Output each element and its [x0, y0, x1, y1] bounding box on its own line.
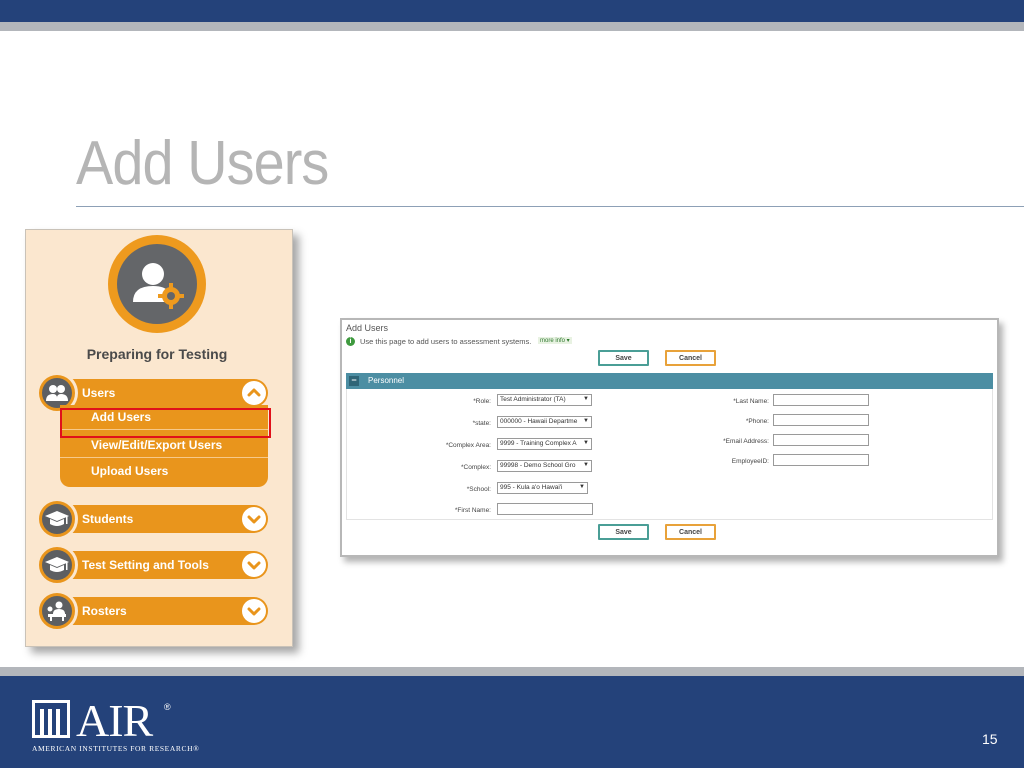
complex-select[interactable]: 99998 - Demo School Gro ▼: [497, 460, 592, 472]
complex-select-value: 99998 - Demo School Gro: [500, 462, 576, 469]
more-info-link[interactable]: more info ▾: [538, 337, 572, 344]
role-label: *Role:: [473, 398, 491, 405]
section-label: Personnel: [368, 376, 405, 385]
students-icon-badge: [36, 498, 78, 540]
dropdown-arrow-icon: ▼: [579, 484, 585, 490]
chevron-down-icon[interactable]: [242, 553, 266, 577]
email-address-label: *Email Address:: [723, 438, 769, 445]
title-rule: [76, 206, 1024, 207]
chevron-down-icon[interactable]: [242, 599, 266, 623]
user-gear-icon: [117, 244, 197, 324]
tools-icon-badge: [36, 544, 78, 586]
menu-section-test-setting-and-tools[interactable]: Test Setting and Tools: [36, 544, 268, 586]
submenu-item-label: Upload Users: [91, 464, 169, 478]
school-select-value: 995 - Kula a'o Hawai'i: [500, 484, 563, 491]
employee-id-label: EmployeeID:: [731, 458, 769, 465]
first-name-label: *First Name:: [454, 507, 491, 514]
top-banner: [0, 0, 1024, 22]
panel-title: Preparing for Testing: [86, 346, 228, 362]
menu-section-students[interactable]: Students: [36, 498, 268, 540]
school-label: *School:: [466, 486, 491, 493]
logo-subtitle: AMERICAN INSTITUTES FOR RESEARCH®: [32, 744, 200, 753]
complex-area-select-value: 9999 - Training Complex A: [500, 440, 577, 447]
complex-area-label: *Complex Area:: [445, 442, 491, 449]
chevron-down-icon[interactable]: [242, 507, 266, 531]
first-name-input[interactable]: [497, 503, 593, 515]
navigation-menu-panel: Preparing for Testing Users Add Users Vi…: [25, 229, 293, 647]
graduation-cap-icon: [42, 550, 72, 580]
phone-input[interactable]: [773, 414, 869, 426]
last-name-input[interactable]: [773, 394, 869, 406]
bottom-divider-stripe: [0, 667, 1024, 676]
info-icon: i: [346, 337, 355, 346]
footer-banner: [0, 676, 1024, 768]
submenu-item-label: View/Edit/Export Users: [91, 438, 223, 452]
save-button-top[interactable]: Save: [598, 350, 649, 366]
employee-id-input[interactable]: [773, 454, 869, 466]
dropdown-arrow-icon: ▼: [583, 462, 589, 468]
phone-label: *Phone:: [745, 418, 769, 425]
role-select-value: Test Administrator (TA): [500, 396, 566, 403]
slide-title: Add Users: [76, 129, 329, 198]
menu-section-label: Test Setting and Tools: [82, 558, 209, 572]
registered-mark: ®: [164, 702, 171, 712]
building-icon: [32, 700, 70, 738]
dropdown-arrow-icon: ▼: [583, 418, 589, 424]
rosters-icon-badge: [36, 590, 78, 632]
state-select[interactable]: 000000 - Hawaii Departme ▼: [497, 416, 592, 428]
logo-wordmark: AIR: [76, 695, 153, 746]
info-text: Use this page to add users to assessment…: [360, 337, 532, 346]
classroom-icon: [42, 596, 72, 626]
graduation-cap-icon: [42, 504, 72, 534]
personnel-fieldset: [346, 389, 993, 520]
hero-badge: [108, 235, 206, 333]
role-select[interactable]: Test Administrator (TA) ▼: [497, 394, 592, 406]
submenu-item-upload-users[interactable]: Upload Users: [60, 459, 268, 484]
menu-section-label: Students: [82, 512, 134, 526]
collapse-icon[interactable]: −: [349, 376, 359, 386]
menu-section-label: Users: [82, 386, 116, 400]
cancel-button-bottom[interactable]: Cancel: [665, 524, 716, 540]
complex-area-select[interactable]: 9999 - Training Complex A ▼: [497, 438, 592, 450]
top-divider-stripe: [0, 22, 1024, 31]
dropdown-arrow-icon: ▼: [583, 396, 589, 402]
last-name-label: *Last Name:: [733, 398, 769, 405]
cancel-button-top[interactable]: Cancel: [665, 350, 716, 366]
add-users-form: Add Users i Use this page to add users t…: [340, 318, 999, 557]
chevron-up-icon[interactable]: [242, 381, 266, 405]
menu-section-users[interactable]: Users: [36, 372, 268, 414]
save-button-bottom[interactable]: Save: [598, 524, 649, 540]
form-title: Add Users: [346, 323, 389, 333]
email-address-input[interactable]: [773, 434, 869, 446]
state-select-value: 000000 - Hawaii Departme: [500, 418, 578, 425]
school-select[interactable]: 995 - Kula a'o Hawai'i ▼: [497, 482, 588, 494]
state-label: *state:: [472, 420, 491, 427]
personnel-section-header[interactable]: − Personnel: [346, 373, 993, 389]
menu-section-label: Rosters: [82, 604, 127, 618]
dropdown-arrow-icon: ▼: [583, 440, 589, 446]
page-number: 15: [982, 731, 998, 747]
highlight-box-add-users: [60, 408, 271, 438]
complex-label: *Complex:: [461, 464, 491, 471]
users-icon: [42, 378, 72, 408]
menu-section-rosters[interactable]: Rosters: [36, 590, 268, 632]
